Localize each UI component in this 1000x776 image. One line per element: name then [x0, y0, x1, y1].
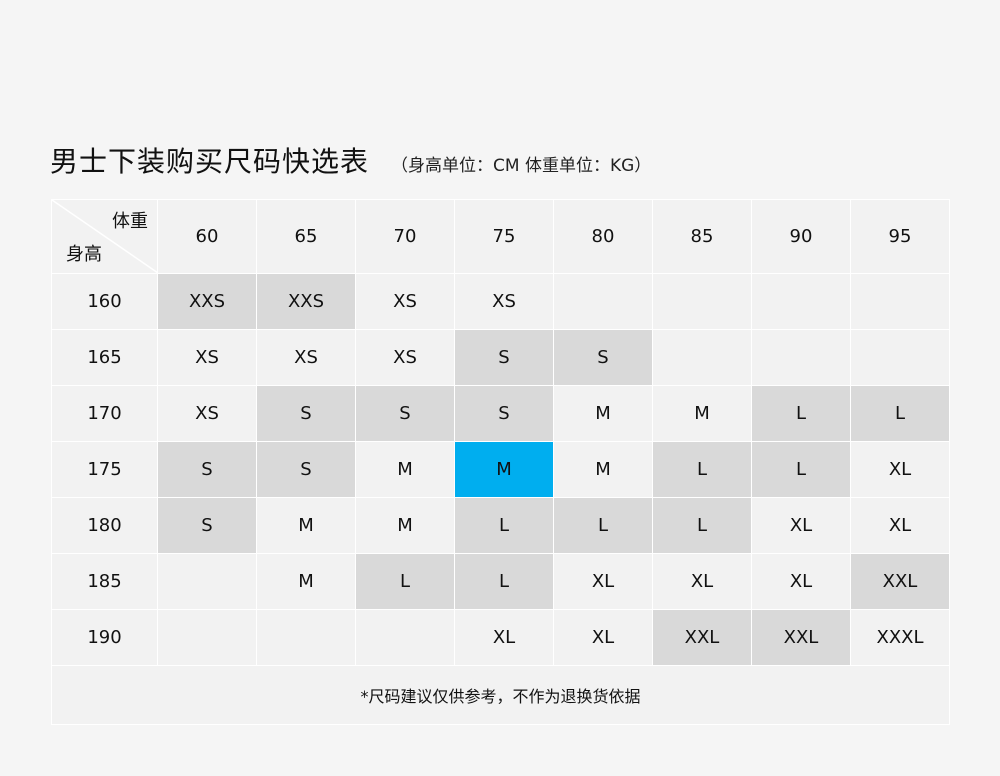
weight-header-cell: 80 — [553, 199, 653, 274]
page-title: 男士下装购买尺码快选表 — [50, 145, 370, 178]
height-row-label: 190 — [51, 609, 158, 666]
weight-header-cell: 60 — [157, 199, 257, 274]
size-cell: XXL — [850, 553, 950, 610]
size-cell: M — [553, 385, 653, 442]
size-cell — [157, 609, 257, 666]
size-cell: M — [355, 441, 455, 498]
weight-header-cell: 70 — [355, 199, 455, 274]
size-cell: XL — [454, 609, 554, 666]
size-cell — [652, 273, 752, 330]
size-cell: S — [157, 441, 257, 498]
table-row: 180 S M M L L L XL XL — [51, 497, 950, 554]
size-cell: XL — [553, 553, 653, 610]
size-cell: L — [553, 497, 653, 554]
size-cell: XS — [157, 385, 257, 442]
table-row: 175 S S M M M L L XL — [51, 441, 950, 498]
table-row: 190 XL XL XXL XXL XXXL — [51, 609, 950, 666]
weight-header-cell: 95 — [850, 199, 950, 274]
size-cell: S — [454, 385, 554, 442]
size-cell: XXS — [157, 273, 257, 330]
size-cell: XL — [850, 441, 950, 498]
weight-header-cell: 65 — [256, 199, 356, 274]
size-cell — [355, 609, 455, 666]
size-cell: L — [751, 385, 851, 442]
size-cell — [256, 609, 356, 666]
weight-header-cell: 85 — [652, 199, 752, 274]
size-cell: S — [553, 329, 653, 386]
height-row-label: 180 — [51, 497, 158, 554]
weight-header-cell: 90 — [751, 199, 851, 274]
size-cell — [850, 329, 950, 386]
size-cell: S — [157, 497, 257, 554]
size-cell: S — [256, 385, 356, 442]
size-cell: S — [355, 385, 455, 442]
size-cell — [850, 273, 950, 330]
weight-header-row: 体重 身高 60 65 70 75 80 85 90 95 — [51, 199, 950, 274]
unit-note: （身高单位：CM 体重单位：KG） — [391, 156, 652, 176]
size-cell: XXL — [652, 609, 752, 666]
weight-header-cell: 75 — [454, 199, 554, 274]
size-cell: XS — [355, 273, 455, 330]
height-row-label: 170 — [51, 385, 158, 442]
size-cell: M — [553, 441, 653, 498]
size-cell-highlighted: M — [454, 441, 554, 498]
title-row: 男士下装购买尺码快选表 （身高单位：CM 体重单位：KG） — [50, 140, 651, 180]
size-cell: XL — [751, 497, 851, 554]
size-cell: XXL — [751, 609, 851, 666]
size-cell: S — [454, 329, 554, 386]
size-cell: L — [751, 441, 851, 498]
size-cell — [652, 329, 752, 386]
size-cell: L — [652, 441, 752, 498]
footnote-row: *尺码建议仅供参考，不作为退换货依据 — [51, 665, 950, 725]
size-cell: XL — [652, 553, 752, 610]
height-axis-label: 身高 — [66, 244, 102, 265]
size-cell: M — [355, 497, 455, 554]
size-cell — [751, 329, 851, 386]
size-cell: XS — [157, 329, 257, 386]
size-cell: XL — [850, 497, 950, 554]
height-row-label: 165 — [51, 329, 158, 386]
table-row: 185 M L L XL XL XL XXL — [51, 553, 950, 610]
size-cell: M — [256, 553, 356, 610]
footnote: *尺码建议仅供参考，不作为退换货依据 — [51, 665, 950, 725]
weight-axis-label: 体重 — [112, 211, 148, 232]
size-cell: XXS — [256, 273, 356, 330]
size-cell: XS — [454, 273, 554, 330]
height-row-label: 185 — [51, 553, 158, 610]
height-row-label: 175 — [51, 441, 158, 498]
table-row: 170 XS S S S M M L L — [51, 385, 950, 442]
size-cell: XXXL — [850, 609, 950, 666]
table-row: 160 XXS XXS XS XS — [51, 273, 950, 330]
size-cell — [157, 553, 257, 610]
size-cell: L — [454, 553, 554, 610]
size-chart-table: 体重 身高 60 65 70 75 80 85 90 95 160 XXS XXS X… — [51, 199, 950, 725]
size-cell: XL — [751, 553, 851, 610]
size-cell: M — [256, 497, 356, 554]
size-cell: L — [850, 385, 950, 442]
size-cell: M — [652, 385, 752, 442]
size-cell: L — [652, 497, 752, 554]
size-cell: L — [454, 497, 554, 554]
size-cell: XS — [355, 329, 455, 386]
size-cell: L — [355, 553, 455, 610]
size-cell: XS — [256, 329, 356, 386]
size-cell — [751, 273, 851, 330]
size-cell: XL — [553, 609, 653, 666]
corner-cell: 体重 身高 — [51, 199, 158, 274]
table-row: 165 XS XS XS S S — [51, 329, 950, 386]
height-row-label: 160 — [51, 273, 158, 330]
size-cell — [553, 273, 653, 330]
size-cell: S — [256, 441, 356, 498]
